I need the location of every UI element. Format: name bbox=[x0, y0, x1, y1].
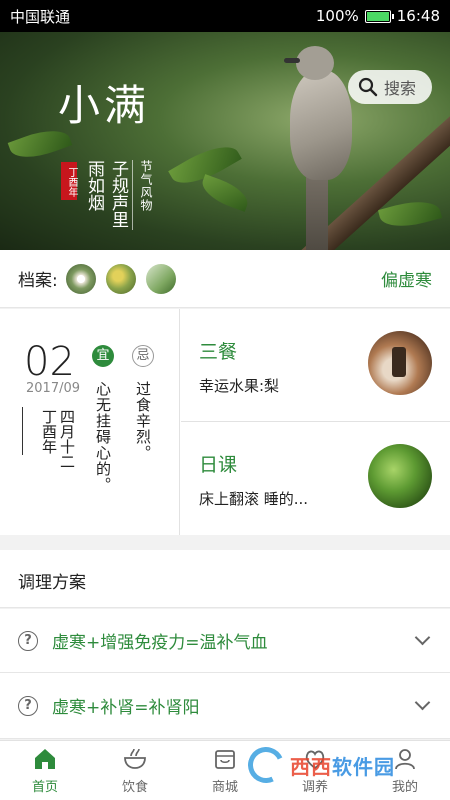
lesson-title: 日课 bbox=[199, 454, 238, 476]
nav-home[interactable]: 首页 bbox=[0, 741, 90, 800]
suitable-badge: 宜 bbox=[92, 345, 114, 367]
archive-row[interactable]: 档案: 偏虚寒 bbox=[0, 250, 450, 308]
avoid-badge: 忌 bbox=[132, 345, 154, 367]
watermark-brand: 西西 bbox=[290, 754, 332, 779]
avoid-text: 过食辛烈。 bbox=[134, 381, 152, 461]
search-label: 搜索 bbox=[384, 79, 417, 98]
nav-label: 饮食 bbox=[121, 780, 148, 795]
chevron-down-icon[interactable] bbox=[414, 629, 431, 646]
lunar-year: 丁酉年 bbox=[40, 409, 58, 454]
constitution-type[interactable]: 偏虚寒 bbox=[381, 266, 432, 291]
question-icon[interactable]: ? bbox=[18, 695, 38, 716]
plan-header: 调理方案 bbox=[0, 550, 450, 608]
nav-label: 首页 bbox=[31, 780, 58, 795]
archive-avatar[interactable] bbox=[105, 263, 136, 294]
lesson-subtitle: 床上翻滚 睡的... bbox=[199, 490, 309, 508]
archive-avatar[interactable] bbox=[65, 263, 96, 294]
lesson-card[interactable]: 日课 床上翻滚 睡的... bbox=[181, 422, 450, 535]
seal-stamp: 丁酉年 bbox=[61, 162, 77, 200]
plan-item[interactable]: ? 虚寒+补肾=补肾阳 bbox=[0, 673, 450, 739]
shop-icon bbox=[215, 750, 235, 769]
archive-avatar[interactable] bbox=[145, 263, 176, 294]
question-icon[interactable]: ? bbox=[18, 630, 38, 651]
daily-section: 02 2017/09 丁酉年 四月十二 宜 心无挂碍心的。 忌 过食辛烈。 三餐… bbox=[0, 309, 450, 535]
meals-subtitle: 幸运水果:梨 bbox=[199, 377, 280, 395]
battery-percent: 100% bbox=[315, 7, 359, 25]
archive-label: 档案: bbox=[18, 271, 58, 291]
poem-caption: 节气风物 bbox=[139, 160, 153, 212]
calendar-card[interactable]: 02 2017/09 丁酉年 四月十二 宜 心无挂碍心的。 忌 过食辛烈。 bbox=[0, 309, 180, 535]
clock: 16:48 bbox=[396, 7, 440, 25]
leaf-decoration bbox=[197, 174, 253, 212]
carrier-label: 中国联通 bbox=[10, 7, 71, 26]
search-button[interactable]: 搜索 bbox=[348, 70, 432, 104]
nav-label: 商城 bbox=[211, 780, 238, 795]
status-bar: 中国联通 100% 16:48 bbox=[0, 0, 450, 32]
watermark-icon bbox=[242, 741, 290, 789]
watermark-suffix: 软件园 bbox=[332, 754, 395, 779]
suitable-text: 心无挂碍心的。 bbox=[94, 381, 112, 493]
meals-card[interactable]: 三餐 幸运水果:梨 bbox=[181, 309, 450, 422]
solar-term-title: 小满 bbox=[58, 81, 151, 130]
home-icon bbox=[35, 749, 55, 769]
nav-food[interactable]: 饮食 bbox=[90, 741, 180, 800]
plan-item[interactable]: ? 虚寒+增强免疫力=温补气血 bbox=[0, 609, 450, 673]
poem-divider bbox=[132, 160, 133, 230]
lesson-image bbox=[368, 444, 432, 508]
bird-image bbox=[282, 40, 362, 250]
search-icon bbox=[358, 77, 378, 97]
plan-item-text: 虚寒+增强免疫力=温补气血 bbox=[52, 633, 268, 653]
bowl-icon bbox=[124, 748, 146, 769]
chevron-down-icon[interactable] bbox=[414, 694, 431, 711]
lunar-divider bbox=[22, 407, 23, 455]
plan-item-text: 虚寒+补肾=补肾阳 bbox=[52, 698, 200, 718]
watermark-logo: 西西软件园 bbox=[242, 741, 438, 789]
calendar-year-month: 2017/09 bbox=[26, 381, 81, 396]
lunar-date: 四月十二 bbox=[58, 409, 76, 469]
poem-line: 雨如烟 bbox=[84, 160, 104, 211]
meals-title: 三餐 bbox=[199, 341, 238, 363]
meals-image bbox=[368, 331, 432, 395]
hero-banner[interactable]: 小满 丁酉年 雨如烟 子规声里 节气风物 搜索 bbox=[0, 32, 450, 250]
calendar-day: 02 bbox=[24, 339, 75, 385]
poem-line: 子规声里 bbox=[108, 160, 128, 228]
battery-icon bbox=[364, 9, 394, 23]
